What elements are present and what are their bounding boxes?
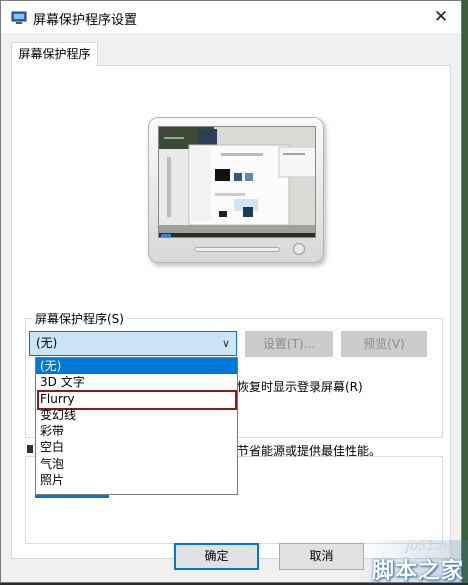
monitor-app-icon [11, 11, 27, 24]
client-area: 屏幕保护程序 屏幕保护程序(S) (无) ∨ 设置(T)... 预览(V) 恢复… [1, 33, 461, 582]
dropdown-option-bubbles[interactable]: 气泡 [36, 456, 237, 472]
cancel-button[interactable]: 取消 [279, 543, 364, 570]
settings-button[interactable]: 设置(T)... [245, 331, 333, 357]
preview-button[interactable]: 预览(V) [341, 331, 427, 357]
title-bar: 屏幕保护程序设置 ✕ [1, 1, 461, 33]
background-strip [462, 0, 468, 583]
screensaver-dropdown-list[interactable]: (无) 3D 文字 Flurry 变幻线 彩带 空白 气泡 照片 [35, 357, 238, 495]
screensaver-select-value: (无) [36, 336, 58, 350]
dropdown-option-flurry[interactable]: Flurry [36, 389, 237, 410]
screensaver-settings-window: 屏幕保护程序设置 ✕ 屏幕保护程序 屏幕保护程序(S) (无) ∨ 设置(T).… [0, 0, 462, 583]
power-icon-fragment [27, 445, 33, 453]
monitor-power-knob [293, 243, 305, 255]
power-description: 节省能源或提供最佳性能。 [237, 444, 382, 458]
monitor-screen [158, 126, 316, 238]
dropdown-option-mystify[interactable]: 变幻线 [36, 407, 237, 423]
dropdown-option-none[interactable]: (无) [36, 358, 237, 375]
screensaver-group-label: 屏幕保护程序(S) [32, 310, 127, 327]
watermark-url: jb51.net [406, 539, 460, 554]
close-button[interactable]: ✕ [421, 1, 461, 33]
dropdown-option-blank[interactable]: 空白 [36, 439, 237, 455]
ok-button[interactable]: 确定 [174, 543, 259, 570]
dropdown-option-3d-text[interactable]: 3D 文字 [36, 374, 237, 390]
monitor-preview [148, 117, 324, 263]
logon-checkbox-label[interactable]: 恢复时显示登录屏幕(R) [237, 378, 363, 395]
monitor-slot [194, 247, 280, 252]
chevron-down-icon: ∨ [221, 337, 230, 350]
dropdown-option-photos[interactable]: 照片 [36, 472, 237, 488]
dropdown-option-ribbons[interactable]: 彩带 [36, 423, 237, 439]
tab-screensaver[interactable]: 屏幕保护程序 [11, 42, 98, 66]
desktop-thumbnail [159, 127, 315, 237]
window-title: 屏幕保护程序设置 [33, 13, 138, 28]
screensaver-select[interactable]: (无) ∨ [29, 331, 237, 356]
watermark-brand: 脚本之家 [371, 559, 464, 584]
